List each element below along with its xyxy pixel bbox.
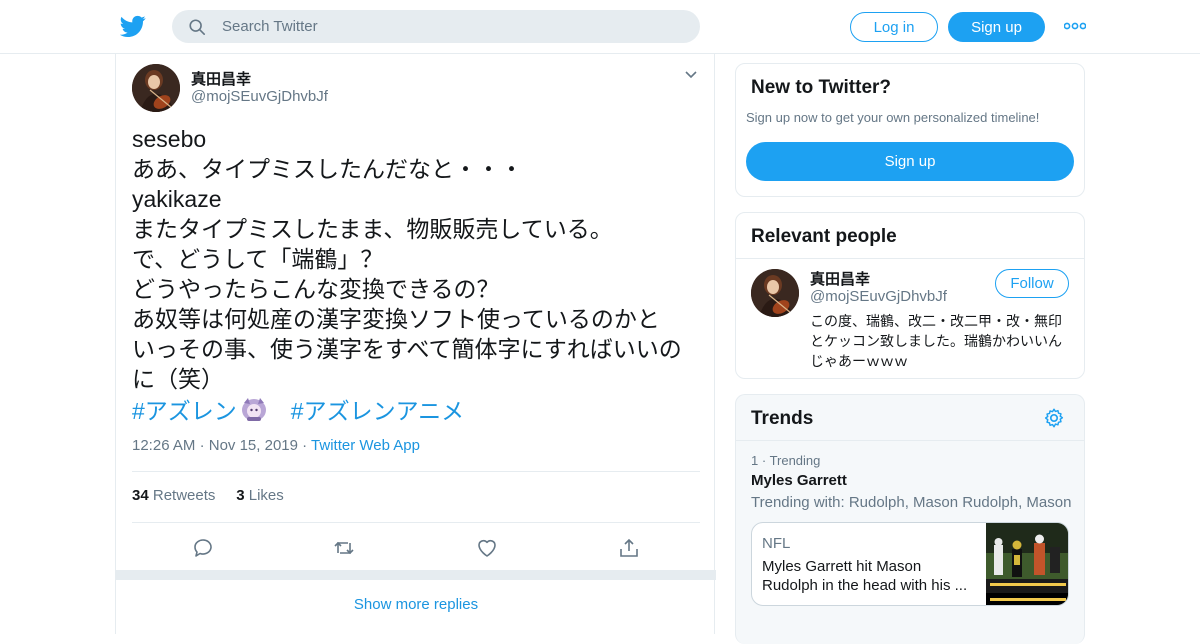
login-button[interactable]: Log in xyxy=(850,12,938,42)
user-handle[interactable]: @mojSEuvGjDhvbJf xyxy=(810,288,947,305)
tweet-line: あ奴等は何処産の漢字変換ソフト使っているのかと xyxy=(132,306,660,332)
tweet-source-link[interactable]: Twitter Web App xyxy=(311,437,420,454)
divider xyxy=(132,522,700,523)
follow-button[interactable]: Follow xyxy=(995,269,1069,298)
tweet-timestamp: 12:26 AM · Nov 15, 2019 · Twitter Web Ap… xyxy=(132,437,420,454)
retweets-count: 34 xyxy=(132,487,149,504)
tweet-time[interactable]: 12:26 AM xyxy=(132,437,195,454)
tweet-line: いっその事、使う漢字をすべて簡体字にすればいいの xyxy=(132,336,682,362)
display-name[interactable]: 真田昌幸 xyxy=(191,68,251,89)
tweet-actions xyxy=(116,534,716,562)
signup-button-large[interactable]: Sign up xyxy=(746,142,1074,181)
signup-button[interactable]: Sign up xyxy=(948,12,1045,42)
divider xyxy=(132,471,700,472)
news-category: NFL xyxy=(762,535,791,552)
chevron-down-icon[interactable] xyxy=(684,70,698,80)
search-box[interactable] xyxy=(172,10,700,43)
avatar[interactable] xyxy=(132,64,180,112)
twitter-logo-icon[interactable] xyxy=(120,13,146,39)
display-name[interactable]: 真田昌幸 xyxy=(810,268,870,289)
trend-context: Trending with: Rudolph, Mason Rudolph, M… xyxy=(751,494,1072,511)
gear-icon[interactable] xyxy=(1043,407,1065,429)
hashtag-link[interactable]: #アズレンアニメ xyxy=(291,392,464,426)
tweet-stats: 34 Retweets 3 Likes xyxy=(132,487,284,504)
likes-count: 3 xyxy=(236,487,245,504)
user-handle[interactable]: @mojSEuvGjDhvbJf xyxy=(191,88,328,105)
trend-rank: 1 · Trending xyxy=(751,453,821,468)
hashflag-character-icon xyxy=(241,398,266,421)
avatar[interactable] xyxy=(751,269,799,317)
trend-news-card[interactable]: NFL Myles Garrett hit Mason Rudolph in t… xyxy=(751,522,1069,606)
share-icon[interactable] xyxy=(617,536,641,560)
retweets-stat[interactable]: 34 Retweets xyxy=(132,487,215,504)
card-title: New to Twitter? xyxy=(751,77,892,98)
card-title: Trends xyxy=(751,408,814,429)
trend-name[interactable]: Myles Garrett xyxy=(751,472,847,489)
tweet-line: に（笑） xyxy=(132,366,224,392)
new-to-twitter-card: New to Twitter? Sign up now to get your … xyxy=(735,63,1085,197)
search-icon xyxy=(189,18,206,35)
card-subtitle: Sign up now to get your own personalized… xyxy=(746,110,1040,125)
trends-card: Trends 1 · Trending Myles Garrett Trendi… xyxy=(735,394,1085,644)
tweet-line: ああ、タイプミスしたんだなと・・・ xyxy=(132,156,523,182)
tweet-line: どうやったらこんな変換できるの？ xyxy=(132,276,500,302)
tweet-line: またタイプミスしたまま、物販販売している。 xyxy=(132,216,613,242)
card-title: Relevant people xyxy=(751,226,897,247)
trend-rank-label: Trending xyxy=(769,453,821,468)
tweet-detail: 真田昌幸 @mojSEuvGjDhvbJf sesebo ああ、タイプミスしたん… xyxy=(115,54,716,634)
user-bio: この度、瑞鶴、改二・改二甲・改・無印とケッコン致しました。瑞鶴かわいいんじゃあー… xyxy=(810,313,1062,369)
more-options-icon[interactable] xyxy=(1064,20,1086,32)
hashtags: #アズレン #アズレンアニメ xyxy=(132,392,464,426)
likes-stat[interactable]: 3 Likes xyxy=(236,487,284,504)
hashtag-link[interactable]: #アズレン xyxy=(132,392,237,426)
retweets-label: Retweets xyxy=(152,487,216,504)
top-bar: Log in Sign up xyxy=(0,0,1200,54)
heart-icon[interactable] xyxy=(475,536,499,560)
news-thumbnail xyxy=(986,523,1068,605)
retweet-icon[interactable] xyxy=(332,536,356,560)
relevant-people-card: Relevant people 真田昌幸 @mojSEuvGjDhvbJf Fo… xyxy=(735,212,1085,379)
tweet-line: で、どうして「端鶴」？ xyxy=(132,246,384,272)
likes-label: Likes xyxy=(248,487,284,504)
tweet-date[interactable]: Nov 15, 2019 xyxy=(209,437,298,454)
trend-rank-number: 1 xyxy=(751,453,759,468)
reply-icon[interactable] xyxy=(191,536,215,560)
tweet-line: sesebo xyxy=(132,126,207,152)
tweet-text: sesebo ああ、タイプミスしたんだなと・・・ yakikaze またタイプミ… xyxy=(132,124,712,394)
search-input[interactable] xyxy=(222,18,662,35)
news-headline: Myles Garrett hit Mason Rudolph in the h… xyxy=(762,558,968,594)
section-divider xyxy=(116,570,716,580)
show-more-replies-link[interactable]: Show more replies xyxy=(116,596,716,613)
tweet-line: yakikaze xyxy=(132,186,222,212)
divider xyxy=(736,258,1084,259)
divider xyxy=(736,440,1084,441)
